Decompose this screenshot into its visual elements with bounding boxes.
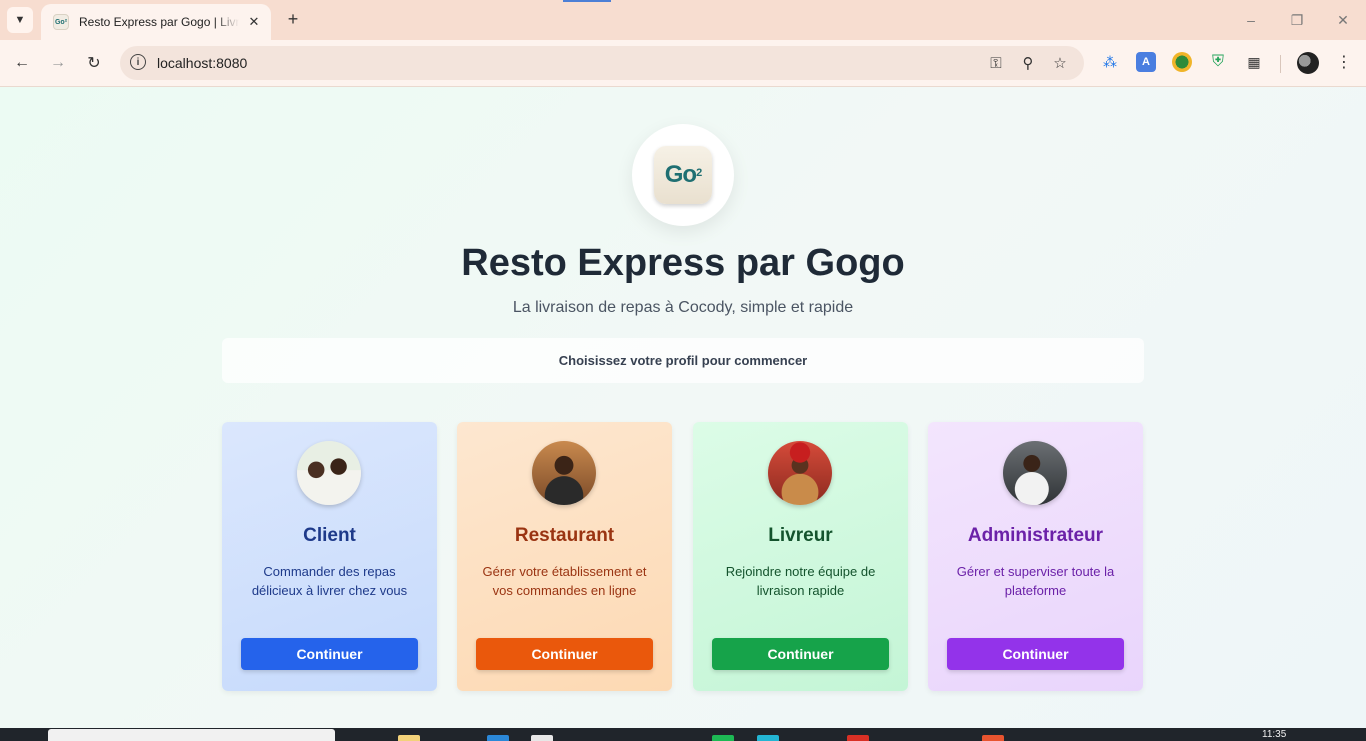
taskbar-search-box[interactable] <box>48 729 335 741</box>
address-bar[interactable]: i localhost:8080 ⚿ ⚲ ☆ <box>120 46 1084 80</box>
url-text[interactable]: localhost:8080 <box>157 55 247 71</box>
logo-superscript: 2 <box>696 167 702 179</box>
bookmark-star-icon[interactable]: ☆ <box>1050 53 1070 73</box>
profile-card-client: Client Commander des repas délicieux à l… <box>222 422 437 691</box>
profile-card-restaurant: Restaurant Gérer votre établissement et … <box>457 422 672 691</box>
menu-kebab-icon[interactable]: ⋮ <box>1334 52 1354 72</box>
restaurant-avatar-image <box>532 441 596 505</box>
restore-icon[interactable]: ❐ <box>1285 8 1309 32</box>
minimize-icon[interactable]: – <box>1239 8 1263 32</box>
livreur-continue-button[interactable]: Continuer <box>712 638 889 670</box>
page-viewport: Go 2 Resto Express par Gogo La livraison … <box>0 87 1366 728</box>
extension-shield-icon[interactable]: ⛨ <box>1208 52 1228 72</box>
chevron-down-icon: ▼ <box>14 14 26 26</box>
admin-avatar-image <box>1003 441 1067 505</box>
taskbar-app-icon[interactable] <box>487 735 509 741</box>
client-continue-button[interactable]: Continuer <box>241 638 418 670</box>
tab-loading-indicator <box>563 0 611 2</box>
card-title: Restaurant <box>514 525 615 546</box>
profile-card-livreur: Livreur Rejoindre notre équipe de livrai… <box>693 422 908 691</box>
browser-tabstrip: ▼ Go² Resto Express par Gogo | Livraison… <box>0 0 1366 40</box>
logo-text: Go <box>664 161 697 188</box>
extension-wifi-icon[interactable]: ⁂ <box>1100 52 1120 72</box>
card-title: Client <box>303 525 356 546</box>
card-description: Commander des repas délicieux à livrer c… <box>251 564 408 598</box>
card-description: Gérer et superviser toute la plateforme <box>956 564 1115 598</box>
admin-continue-button[interactable]: Continuer <box>947 638 1124 670</box>
browser-tab-active[interactable]: Go² Resto Express par Gogo | Livraison d… <box>41 4 271 40</box>
zoom-icon[interactable]: ⚲ <box>1018 53 1038 73</box>
browser-toolbar: ← → ↻ i localhost:8080 ⚿ ⚲ ☆ ⁂ A ⛨ ▦ ⋮ <box>0 40 1366 87</box>
back-icon[interactable]: ← <box>9 50 35 76</box>
card-description: Gérer votre établissement et vos command… <box>482 564 647 598</box>
card-description: Rejoindre notre équipe de livraison rapi… <box>725 564 876 598</box>
taskbar-app-icon[interactable] <box>757 735 779 741</box>
window-close-icon[interactable]: ✕ <box>1331 8 1355 32</box>
profile-card-admin: Administrateur Gérer et superviser toute… <box>928 422 1143 691</box>
toolbar-divider <box>1280 55 1281 73</box>
taskbar-app-icon[interactable] <box>398 735 420 741</box>
livreur-avatar-image <box>768 441 832 505</box>
taskbar-app-icon[interactable] <box>531 735 553 741</box>
taskbar-app-icon[interactable] <box>847 735 869 741</box>
logo-badge: Go 2 <box>632 124 734 226</box>
password-key-icon[interactable]: ⚿ <box>986 53 1006 73</box>
card-title: Livreur <box>768 525 833 546</box>
extension-globe-icon[interactable] <box>1172 52 1192 72</box>
new-tab-icon[interactable]: + <box>282 8 304 30</box>
tab-title: Resto Express par Gogo | Livraison de re… <box>79 15 239 29</box>
page-title: Resto Express par Gogo <box>461 242 905 284</box>
card-title: Administrateur <box>967 525 1104 546</box>
os-taskbar: 11:35 <box>0 728 1366 741</box>
extension-translate-icon[interactable]: A <box>1136 52 1156 72</box>
taskbar-app-icon[interactable] <box>712 735 734 741</box>
reload-icon[interactable]: ↻ <box>81 50 107 76</box>
tab-close-icon[interactable]: ✕ <box>245 13 263 31</box>
taskbar-app-icon[interactable] <box>982 735 1004 741</box>
page-subtitle: La livraison de repas à Cocody, simple e… <box>512 299 854 316</box>
taskbar-clock: 11:35 <box>1262 729 1287 740</box>
site-info-icon[interactable]: i <box>130 54 146 70</box>
tab-favicon: Go² <box>53 14 69 30</box>
profile-avatar[interactable] <box>1297 52 1319 74</box>
profile-prompt: Choisissez votre profil pour commencer <box>222 338 1144 383</box>
logo-icon: Go 2 <box>654 146 712 204</box>
forward-icon[interactable]: → <box>45 50 71 76</box>
client-avatar-image <box>297 441 361 505</box>
tab-search-button[interactable]: ▼ <box>7 7 33 33</box>
extensions-puzzle-icon[interactable]: ▦ <box>1244 52 1264 72</box>
restaurant-continue-button[interactable]: Continuer <box>476 638 653 670</box>
